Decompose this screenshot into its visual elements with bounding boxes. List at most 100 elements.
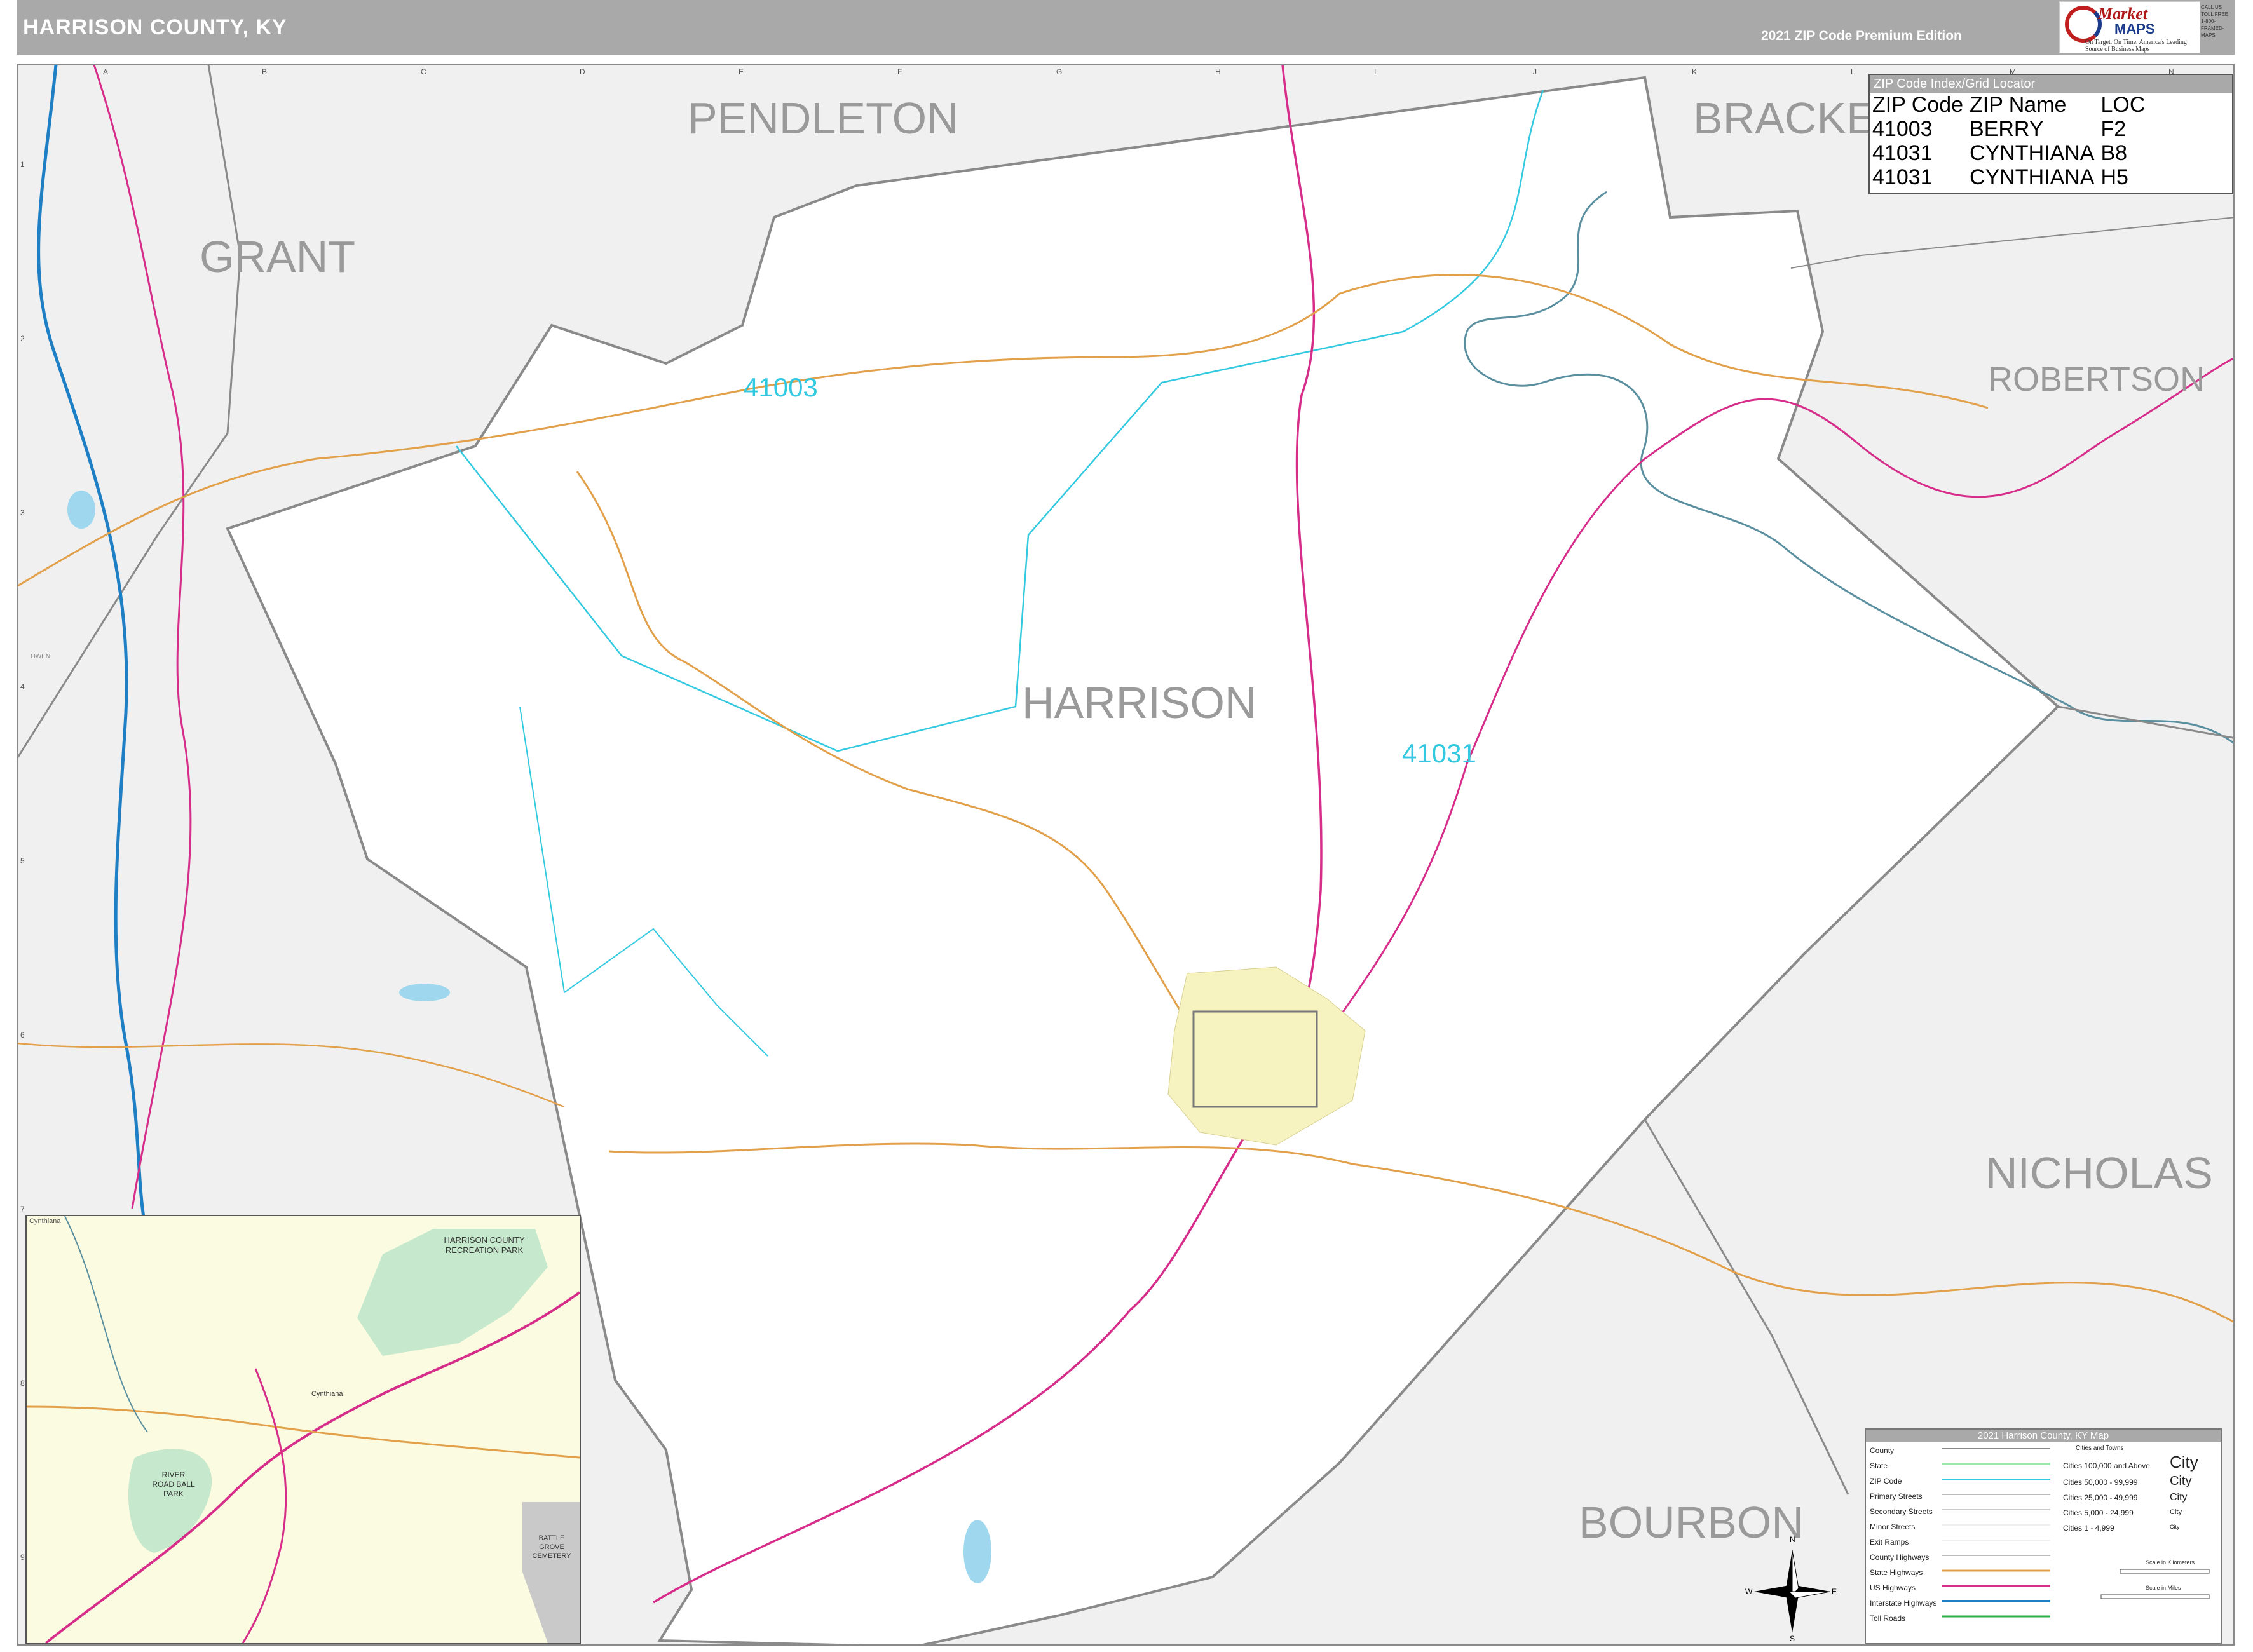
legend-city-5k: Cities 5,000 - 24,999 <box>2063 1508 2134 1517</box>
compass-s: S <box>1790 1634 1795 1643</box>
legend-toll-roads: Toll Roads <box>1870 1614 1906 1623</box>
legend-city-1: Cities 1 - 4,999 <box>2063 1524 2114 1533</box>
table-row: 41031 CYNTHIANA B8 <box>1872 141 2151 165</box>
inset-us-highway <box>44 1291 580 1643</box>
legend-scale-mi: Scale in Miles <box>2146 1585 2181 1591</box>
legend-city-sample-4: City <box>2170 1508 2182 1516</box>
grid-col-c: C <box>421 67 426 76</box>
grid-row-6: 6 <box>20 1031 25 1039</box>
grid-row-4: 4 <box>20 682 25 691</box>
zip-code-cell: 41031 <box>1872 165 1933 189</box>
edition-label: 2021 ZIP Code Premium Edition <box>1761 29 1962 43</box>
grid-col-e: E <box>739 67 744 76</box>
zip-label-41031: 41031 <box>1402 738 1476 768</box>
legend-state: State <box>1870 1461 1888 1470</box>
county-label-robertson: ROBERTSON <box>1988 360 2205 398</box>
us-highway-west <box>93 65 192 1209</box>
inset-label-cynthiana: Cynthiana <box>311 1390 343 1398</box>
zip-name-cell: CYNTHIANA <box>1970 141 2095 165</box>
grid-row-8: 8 <box>20 1379 25 1388</box>
legend-city-50k: Cities 50,000 - 99,999 <box>2063 1478 2138 1487</box>
logo-swirl-icon <box>2065 6 2102 43</box>
legend-interstate-highways: Interstate Highways <box>1870 1599 1937 1608</box>
legend-swatches <box>1942 1448 2210 1618</box>
zip-index-box: ZIP Code Index/Grid Locator ZIP Code ZIP… <box>1868 74 2233 194</box>
inset-label-cemetery: BATTLE GROVE CEMETERY <box>532 1534 571 1560</box>
legend-city-sample-1: City <box>2170 1452 2198 1472</box>
zip-name-cell: CYNTHIANA <box>1970 165 2095 189</box>
county-label-pendleton: PENDLETON <box>688 93 959 143</box>
ball-park-area <box>128 1449 212 1553</box>
legend-city-100k: Cities 100,000 and Above <box>2063 1461 2150 1470</box>
grid-col-j: J <box>1533 67 1537 76</box>
legend-city-sample-5: City <box>2170 1524 2180 1530</box>
county-label-nicholas: NICHOLAS <box>1985 1148 2213 1198</box>
market-maps-logo: Market MAPS On Target, On Time. America'… <box>2059 1 2200 53</box>
compass-rose-icon: N S E W <box>1745 1535 1837 1643</box>
grid-col-a: A <box>103 67 109 76</box>
legend-city-25k: Cities 25,000 - 49,999 <box>2063 1493 2138 1502</box>
legend-city-sample-3: City <box>2170 1492 2188 1503</box>
grid-col-h: H <box>1215 67 1221 76</box>
county-label-bracken: BRACKE <box>1693 93 1876 143</box>
county-label-harrison: HARRISON <box>1022 678 1257 728</box>
state-highway-west <box>18 1042 565 1108</box>
zip-index-header-name: ZIP Name <box>1970 93 2067 117</box>
legend-primary-streets: Primary Streets <box>1870 1492 1923 1501</box>
compass-e: E <box>1832 1587 1837 1596</box>
call-us-text: CALL US TOLL FREE 1-800-FRAMED-MAPS <box>2201 4 2229 38</box>
legend-title: 2021 Harrison County, KY Map <box>1866 1430 2221 1442</box>
county-label-owen: OWEN <box>31 653 51 660</box>
grid-row-2: 2 <box>20 334 25 343</box>
cynthiana-inset-map[interactable]: Cynthiana HARRISON COUNTY RECREATION PAR… <box>25 1215 581 1644</box>
grid-col-l: L <box>1851 67 1855 76</box>
county-label-bourbon: BOURBON <box>1579 1498 1804 1547</box>
grid-col-i: I <box>1374 67 1377 76</box>
inset-label-recreation-park: HARRISON COUNTY RECREATION PARK <box>444 1235 525 1255</box>
table-row: 41003 BERRY F2 <box>1872 117 2151 141</box>
map-legend: 2021 Harrison County, KY Map County Stat… <box>1865 1428 2222 1644</box>
nicholas-border <box>2057 705 2233 739</box>
compass-w: W <box>1745 1587 1753 1596</box>
zip-index-title: ZIP Code Index/Grid Locator <box>1870 75 2232 93</box>
grid-col-d: D <box>580 67 585 76</box>
grid-row-3: 3 <box>20 508 25 517</box>
zip-label-41003: 41003 <box>744 372 818 402</box>
zip-loc-cell: F2 <box>2100 117 2127 141</box>
zip-code-cell: 41003 <box>1872 117 1933 141</box>
legend-cities-header: Cities and Towns <box>2076 1445 2124 1452</box>
zip-loc-cell: H5 <box>2100 165 2128 189</box>
grid-col-f: F <box>897 67 902 76</box>
grid-row-1: 1 <box>20 160 25 169</box>
legend-scale-km: Scale in Kilometers <box>2146 1559 2195 1566</box>
grid-col-g: G <box>1056 67 1063 76</box>
table-row: 41031 CYNTHIANA H5 <box>1872 165 2151 189</box>
zip-index-table: ZIP Code ZIP Name LOC 41003 BERRY F2 410… <box>1872 93 2151 189</box>
grid-row-7: 7 <box>20 1205 25 1214</box>
pendleton-grant-border <box>18 65 242 758</box>
map-title: HARRISON COUNTY, KY <box>23 15 287 39</box>
zip-code-cell: 41031 <box>1872 141 1933 165</box>
grid-row-5: 5 <box>20 856 25 865</box>
zip-index-header-zip: ZIP Code <box>1872 93 1964 117</box>
inset-river <box>64 1216 148 1433</box>
zip-loc-cell: B8 <box>2100 141 2128 165</box>
bracken-border <box>1790 217 2233 269</box>
legend-us-highways: US Highways <box>1870 1583 1916 1592</box>
cemetery-area <box>522 1502 580 1643</box>
header-bar: HARRISON COUNTY, KY 2021 ZIP Code Premiu… <box>17 0 2235 55</box>
lake-2 <box>67 491 95 529</box>
grid-col-k: K <box>1692 67 1698 76</box>
zip-index-header-row: ZIP Code ZIP Name LOC <box>1872 93 2151 117</box>
legend-exit-ramps: Exit Ramps <box>1870 1538 1909 1547</box>
county-label-grant: GRANT <box>200 232 355 281</box>
inset-us-highway-2 <box>242 1368 287 1643</box>
inset-canvas[interactable] <box>27 1216 580 1643</box>
logo-brand-bottom: MAPS <box>2114 21 2155 37</box>
legend-county: County <box>1870 1446 1895 1455</box>
lake-1 <box>399 984 450 1001</box>
legend-state-highways: State Highways <box>1870 1568 1923 1577</box>
legend-minor-streets: Minor Streets <box>1870 1522 1916 1531</box>
bourbon-border <box>1644 1119 1849 1495</box>
zip-name-cell: BERRY <box>1970 117 2044 141</box>
